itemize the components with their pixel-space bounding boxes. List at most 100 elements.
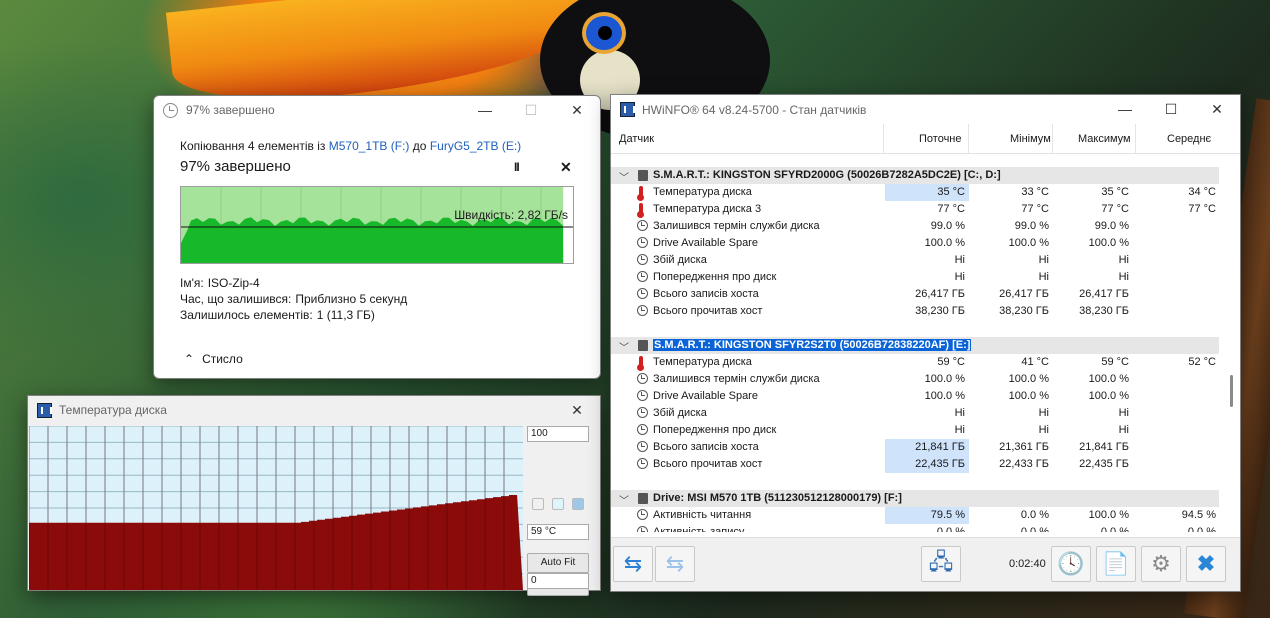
- sensor-group[interactable]: ﹀ S.M.A.R.T.: KINGSTON SFYR2S2T0 (50026B7…: [611, 337, 1219, 354]
- sensor-name: Активність запису: [653, 526, 745, 532]
- sensor-group[interactable]: ﹀ S.M.A.R.T.: KINGSTON SFYRD2000G (50026B…: [611, 167, 1219, 184]
- temp-titlebar[interactable]: Температура диска ✕: [28, 396, 600, 424]
- chevron-down-icon[interactable]: ﹀: [619, 339, 629, 354]
- fewer-details-toggle[interactable]: ⌃ Стисло: [184, 352, 243, 366]
- value-current: 100.0 %: [924, 237, 965, 249]
- pause-button[interactable]: II: [514, 160, 520, 174]
- value-max: 26,417 ГБ: [1079, 288, 1129, 300]
- value-avg: 94.5 %: [1181, 509, 1216, 521]
- value-min: Ні: [1038, 254, 1049, 266]
- clock-icon: [637, 424, 648, 435]
- clock-icon: [637, 526, 648, 532]
- group-name: S.M.A.R.T.: KINGSTON SFYR2S2T0 (50026B72…: [653, 339, 972, 351]
- sensor-name: Збій диска: [653, 407, 707, 419]
- value-min: 38,230 ГБ: [999, 305, 1049, 317]
- sensor-list[interactable]: ﹀ S.M.A.R.T.: KINGSTON SFYRD2000G (50026B…: [611, 167, 1219, 532]
- drive-icon: [638, 170, 648, 181]
- sensor-row[interactable]: Всього прочитав хост 22,435 ГБ 22,433 ГБ 22…: [611, 456, 1219, 473]
- clock-icon: [637, 509, 648, 520]
- column-avg[interactable]: Середнє: [1167, 133, 1211, 145]
- maximize-button[interactable]: ☐: [1148, 95, 1194, 123]
- column-max[interactable]: Максимум: [1078, 133, 1131, 145]
- close-button[interactable]: ✕: [1194, 95, 1240, 123]
- elapsed-timer: 0:02:40: [1009, 558, 1046, 570]
- source-link[interactable]: M570_1TB (F:): [329, 139, 410, 153]
- scale-max-field[interactable]: 100: [527, 426, 589, 442]
- sensor-row[interactable]: Температура диска 59 °C 41 °C 59 °C 52 °C: [611, 354, 1219, 371]
- expand-arrows-button[interactable]: ⇆: [613, 546, 653, 582]
- hwinfo-window-title: HWiNFO® 64 v8.24-5700 - Стан датчиків: [642, 102, 867, 117]
- sensor-row[interactable]: Всього записів хоста 21,841 ГБ 21,361 ГБ 21…: [611, 439, 1219, 456]
- sensor-row[interactable]: Збій диска Ні Ні Ні: [611, 252, 1219, 269]
- value-max: 22,435 ГБ: [1079, 458, 1129, 470]
- sensor-name: Попередження про диск: [653, 424, 777, 436]
- minimize-button[interactable]: —: [1102, 95, 1148, 123]
- column-current[interactable]: Поточне: [919, 133, 962, 145]
- value-min: 100.0 %: [1008, 390, 1049, 402]
- clock-icon: [637, 407, 648, 418]
- sensor-row[interactable]: Температура диска 3 77 °C 77 °C 77 °C 77 °C: [611, 201, 1219, 218]
- cancel-copy-button[interactable]: ✕: [560, 159, 572, 176]
- hwinfo-titlebar[interactable]: HWiNFO® 64 v8.24-5700 - Стан датчиків — …: [611, 95, 1240, 124]
- destination-link[interactable]: FuryG5_2TB (E:): [430, 139, 521, 153]
- column-sensor[interactable]: Датчик: [619, 133, 654, 145]
- sensor-row[interactable]: Drive Available Spare 100.0 % 100.0 % 100.0…: [611, 388, 1219, 405]
- temperature-graph-window: Температура диска ✕ 100 59 °C Auto Fit R…: [27, 395, 601, 596]
- clock-icon: [637, 390, 648, 401]
- log-file-button[interactable]: 📄: [1096, 546, 1136, 582]
- sensor-row[interactable]: Активність запису 0.0 % 0.0 % 0.0 % 0.0 %: [611, 524, 1219, 532]
- value-avg: 52 °C: [1188, 356, 1216, 368]
- auto-fit-button[interactable]: Auto Fit: [527, 553, 589, 573]
- minimize-button[interactable]: —: [462, 96, 508, 124]
- copy-window-title: 97% завершено: [186, 103, 275, 117]
- exit-close-icon[interactable]: ✖: [1186, 546, 1226, 582]
- sensor-row[interactable]: Всього записів хоста 26,417 ГБ 26,417 ГБ 26…: [611, 286, 1219, 303]
- clock-icon: [637, 220, 648, 231]
- sensor-row[interactable]: Активність читання 79.5 % 0.0 % 100.0 % 94.5…: [611, 507, 1219, 524]
- scale-min-field[interactable]: 0: [527, 573, 589, 589]
- thermometer-icon: [637, 203, 644, 218]
- value-max: 100.0 %: [1088, 373, 1129, 385]
- copy-connector: до: [412, 139, 427, 153]
- hwinfo-sensors-window: HWiNFO® 64 v8.24-5700 - Стан датчиків — …: [610, 94, 1241, 592]
- hwinfo-toolbar: ⇆ ⇆ 🖧 0:02:40 🕓 📄 ⚙ ✖: [611, 537, 1240, 591]
- sensor-row[interactable]: Температура диска 35 °C 33 °C 35 °C 34 °C: [611, 184, 1219, 201]
- sensor-row[interactable]: Попередження про диск Ні Ні Ні: [611, 269, 1219, 286]
- value-current: 22,435 ГБ: [915, 458, 965, 470]
- value-current: 100.0 %: [924, 373, 965, 385]
- settings-gear-icon[interactable]: ⚙: [1141, 546, 1181, 582]
- sensor-name: Активність читання: [653, 509, 752, 521]
- chevron-down-icon[interactable]: ﹀: [619, 492, 629, 507]
- value-min: 77 °C: [1021, 203, 1049, 215]
- sensor-row[interactable]: Всього прочитав хост 38,230 ГБ 38,230 ГБ 38…: [611, 303, 1219, 320]
- collapse-arrows-button[interactable]: ⇆: [655, 546, 695, 582]
- sensor-row[interactable]: Залишився термін служби диска 99.0 % 99.0 …: [611, 218, 1219, 235]
- color-checkbox-1[interactable]: [532, 498, 544, 510]
- clock-icon: [637, 458, 648, 469]
- thermometer-icon: [637, 186, 644, 201]
- details-label: Стисло: [202, 352, 243, 366]
- vertical-scrollbar-thumb[interactable]: [1230, 375, 1233, 407]
- value-current: Ні: [954, 407, 965, 419]
- sensor-name: Всього прочитав хост: [653, 458, 763, 470]
- value-max: Ні: [1118, 424, 1129, 436]
- color-checkbox-3[interactable]: [572, 498, 584, 510]
- value-min: 21,361 ГБ: [999, 441, 1049, 453]
- column-min[interactable]: Мінімум: [1010, 133, 1051, 145]
- sensor-name: Збій диска: [653, 254, 707, 266]
- close-button[interactable]: ✕: [554, 396, 600, 424]
- sensor-row[interactable]: Попередження про диск Ні Ні Ні: [611, 422, 1219, 439]
- sensor-name: Залишився термін служби диска: [653, 373, 820, 385]
- network-button[interactable]: 🖧: [921, 546, 961, 582]
- sensor-row[interactable]: Збій диска Ні Ні Ні: [611, 405, 1219, 422]
- sensor-row[interactable]: Залишився термін служби диска 100.0 % 100.…: [611, 371, 1219, 388]
- close-button[interactable]: ✕: [554, 96, 600, 124]
- sensor-row[interactable]: Drive Available Spare 100.0 % 100.0 % 100.0…: [611, 235, 1219, 252]
- color-checkbox-2[interactable]: [552, 498, 564, 510]
- clock-reset-button[interactable]: 🕓: [1051, 546, 1091, 582]
- sensor-group[interactable]: ﹀ Drive: MSI M570 1TB (511230512128000179…: [611, 490, 1219, 507]
- value-max: 35 °C: [1101, 186, 1129, 198]
- chevron-down-icon[interactable]: ﹀: [619, 169, 629, 184]
- speed-label: Швидкість: 2,82 ГБ/s: [454, 208, 568, 222]
- copy-titlebar[interactable]: 97% завершено — ☐ ✕: [154, 96, 600, 124]
